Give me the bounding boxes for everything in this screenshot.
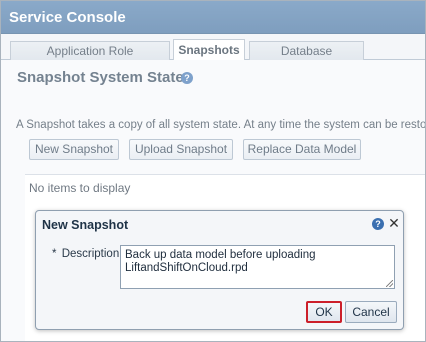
service-console-window: Service Console Application Role Managem… xyxy=(0,0,426,342)
resize-handle-icon[interactable] xyxy=(386,280,393,287)
cancel-button[interactable]: Cancel xyxy=(345,301,397,323)
dialog-help-icon[interactable]: ? xyxy=(372,218,384,230)
ok-button[interactable]: OK xyxy=(306,301,342,323)
description-label-text: Description xyxy=(61,248,120,260)
new-snapshot-dialog: New Snapshot ? ✕ * Description Back up d… xyxy=(35,210,404,330)
dialog-title: New Snapshot xyxy=(42,218,129,232)
description-textarea[interactable]: Back up data model before uploading Lift… xyxy=(120,245,395,289)
description-label: * Description xyxy=(52,248,119,260)
close-icon[interactable]: ✕ xyxy=(388,215,400,231)
required-marker: * xyxy=(52,248,57,260)
